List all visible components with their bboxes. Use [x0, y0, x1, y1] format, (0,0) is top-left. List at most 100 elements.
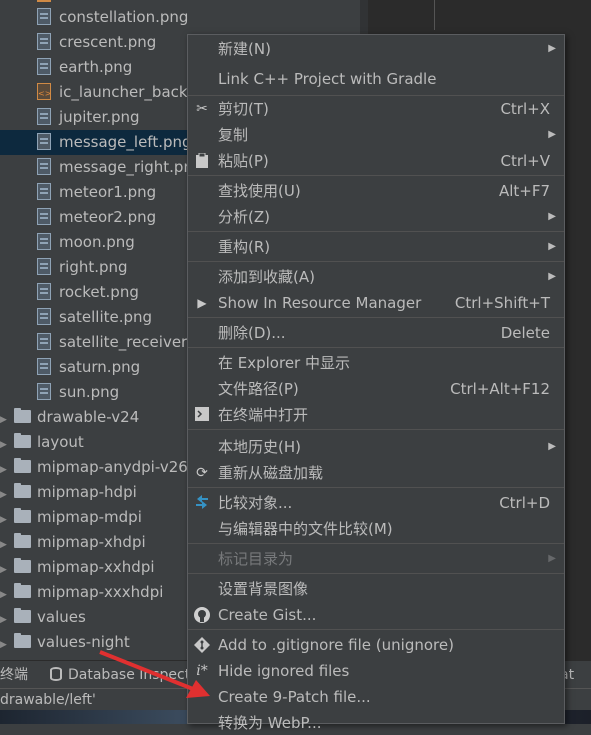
menu-item-create-9patch[interactable]: Create 9-Patch file...: [188, 685, 564, 709]
folder-icon: [14, 608, 31, 623]
menu-item-reload[interactable]: ⟳ 重新从磁盘加载: [188, 461, 564, 485]
menu-item-convert-webp[interactable]: 转换为 WebP...: [188, 711, 564, 735]
menu-item-refactor[interactable]: 重构(R) ▶: [188, 235, 564, 259]
menu-separator: [188, 347, 564, 348]
tree-folder-item[interactable]: ▶ values: [0, 605, 86, 630]
github-icon: [194, 607, 210, 623]
menu-item-compare-editor[interactable]: 与编辑器中的文件比较(M): [188, 517, 564, 541]
menu-label: 分析(Z): [218, 208, 270, 226]
tree-folder-item[interactable]: ▶ mipmap-anydpi-v26: [0, 455, 188, 480]
menu-label: Hide ignored files: [218, 662, 350, 680]
folder-icon: [14, 508, 31, 523]
tree-folder-item[interactable]: ▶ mipmap-xxhdpi: [0, 555, 155, 580]
tree-item-label: meteor1.png: [59, 183, 157, 201]
terminal-tab[interactable]: 终端: [0, 661, 28, 689]
menu-item-cut[interactable]: ✂ 剪切(T) Ctrl+X: [188, 97, 564, 121]
menu-label: 设置背景图像: [218, 580, 309, 598]
tree-folder-item[interactable]: ▶ drawable-v24: [0, 405, 139, 430]
compare-icon: [194, 495, 210, 511]
menu-separator: [188, 231, 564, 232]
folder-icon: [14, 558, 31, 573]
menu-item-hide-ignored[interactable]: i* Hide ignored files: [188, 659, 564, 683]
tree-item-label: meteor2.png: [59, 208, 157, 226]
tree-file-item[interactable]: satellite_receiver.: [37, 330, 191, 355]
image-file-icon: [37, 8, 51, 25]
menu-item-resource-manager[interactable]: ▶ Show In Resource Manager Ctrl+Shift+T: [188, 291, 564, 315]
menu-label: 删除(D)...: [218, 324, 286, 342]
tree-file-item[interactable]: right.png: [37, 255, 128, 280]
menu-separator: [188, 95, 564, 96]
menu-item-open-terminal[interactable]: 在终端中打开: [188, 403, 564, 427]
menu-separator: [188, 175, 564, 176]
menu-item-paste[interactable]: 粘贴(P) Ctrl+V: [188, 149, 564, 173]
tree-folder-item[interactable]: ▶ mipmap-mdpi: [0, 505, 142, 530]
tree-item-label: right.png: [59, 258, 128, 276]
image-file-icon: [37, 233, 51, 250]
image-file-icon: [37, 183, 51, 200]
tree-item-label: mipmap-xxxhdpi: [37, 583, 164, 601]
tree-file-item[interactable]: moon.png: [37, 230, 135, 255]
tree-item-label: saturn.png: [59, 358, 141, 376]
menu-separator: [188, 543, 564, 544]
tree-file-item[interactable]: crescent.png: [37, 30, 156, 55]
tree-file-item[interactable]: meteor1.png: [37, 180, 156, 205]
tree-file-item[interactable]: earth.png: [37, 55, 132, 80]
submenu-arrow-icon: ▶: [548, 271, 556, 282]
menu-item-local-history[interactable]: 本地历史(H) ▶: [188, 435, 564, 459]
image-file-icon: [37, 58, 51, 75]
tree-file-item[interactable]: message_right.pn: [37, 155, 193, 180]
tree-folder-item[interactable]: ▶ mipmap-hdpi: [0, 480, 137, 505]
menu-separator: [188, 629, 564, 630]
tree-folder-item[interactable]: ▶ values-night: [0, 630, 130, 655]
editor-divider: [434, 0, 435, 30]
menu-item-find-usages[interactable]: 查找使用(U) Alt+F7: [188, 179, 564, 203]
menu-item-create-gist[interactable]: Create Gist...: [188, 603, 564, 627]
tree-item-label: mipmap-anydpi-v26: [37, 458, 188, 476]
menu-item-link-cpp[interactable]: Link C++ Project with Gradle: [188, 67, 564, 91]
tree-folder-item[interactable]: ▶ layout: [0, 430, 84, 455]
menu-item-set-background[interactable]: 设置背景图像: [188, 577, 564, 601]
tree-file-item[interactable]: satellite.png: [37, 305, 152, 330]
submenu-arrow-icon: ▶: [548, 241, 556, 252]
tree-file-item[interactable]: rocket.png: [37, 280, 139, 305]
menu-item-copy[interactable]: 复制 ▶: [188, 123, 564, 147]
tree-file-item[interactable]: sun.png: [37, 380, 119, 405]
menu-item-add-favorites[interactable]: 添加到收藏(A) ▶: [188, 265, 564, 289]
tree-item-label: values-night: [37, 633, 130, 651]
menu-item-compare-with[interactable]: 比较对象... Ctrl+D: [188, 491, 564, 515]
expand-chevron-icon[interactable]: ▶: [0, 633, 10, 658]
tree-file-item[interactable]: meteor2.png: [37, 205, 156, 230]
menu-item-mark-directory[interactable]: 标记目录为 ▶: [188, 547, 564, 571]
menu-separator: [188, 317, 564, 318]
menu-label: 比较对象...: [218, 494, 293, 512]
database-inspector-tab[interactable]: Database Inspect: [50, 661, 190, 689]
tree-folder-item[interactable]: ▶ mipmap-xxxhdpi: [0, 580, 163, 605]
menu-label: 查找使用(U): [218, 182, 301, 200]
menu-item-file-path[interactable]: 文件路径(P) Ctrl+Alt+F12: [188, 377, 564, 401]
menu-item-analyze[interactable]: 分析(Z) ▶: [188, 205, 564, 229]
tree-file-item[interactable]: jupiter.png: [37, 105, 140, 130]
folder-icon: [14, 633, 31, 648]
tree-item-label: constellation.png: [59, 8, 189, 26]
tree-item-label: ic_launcher_backg: [59, 83, 198, 101]
tree-file-item[interactable]: ic_launcher_backg: [37, 80, 198, 106]
menu-item-add-gitignore[interactable]: Add to .gitignore file (unignore): [188, 633, 564, 657]
menu-label: 复制: [218, 126, 249, 144]
menu-item-show-explorer[interactable]: 在 Explorer 中显示: [188, 351, 564, 375]
tree-file-item[interactable]: saturn.png: [37, 355, 140, 380]
menu-item-delete[interactable]: 删除(D)... Delete: [188, 321, 564, 345]
tree-item-label: message_right.pn: [59, 158, 193, 176]
tree-item-label: crescent.png: [59, 33, 157, 51]
tree-folder-item[interactable]: ▶ mipmap-xhdpi: [0, 530, 146, 555]
menu-item-new[interactable]: 新建(N) ▶: [188, 37, 564, 61]
scissors-icon: ✂: [196, 101, 208, 117]
database-icon: [50, 667, 62, 681]
menu-label: Link C++ Project with Gradle: [218, 70, 437, 88]
submenu-arrow-icon: ▶: [548, 553, 556, 564]
tree-item-label: values: [37, 608, 86, 626]
tree-item-label: layout: [37, 433, 84, 451]
menu-label: 在终端中打开: [218, 406, 309, 424]
image-file-icon: [37, 258, 51, 275]
refresh-icon: ⟳: [196, 465, 208, 481]
tree-file-item[interactable]: constellation.png: [37, 5, 188, 30]
